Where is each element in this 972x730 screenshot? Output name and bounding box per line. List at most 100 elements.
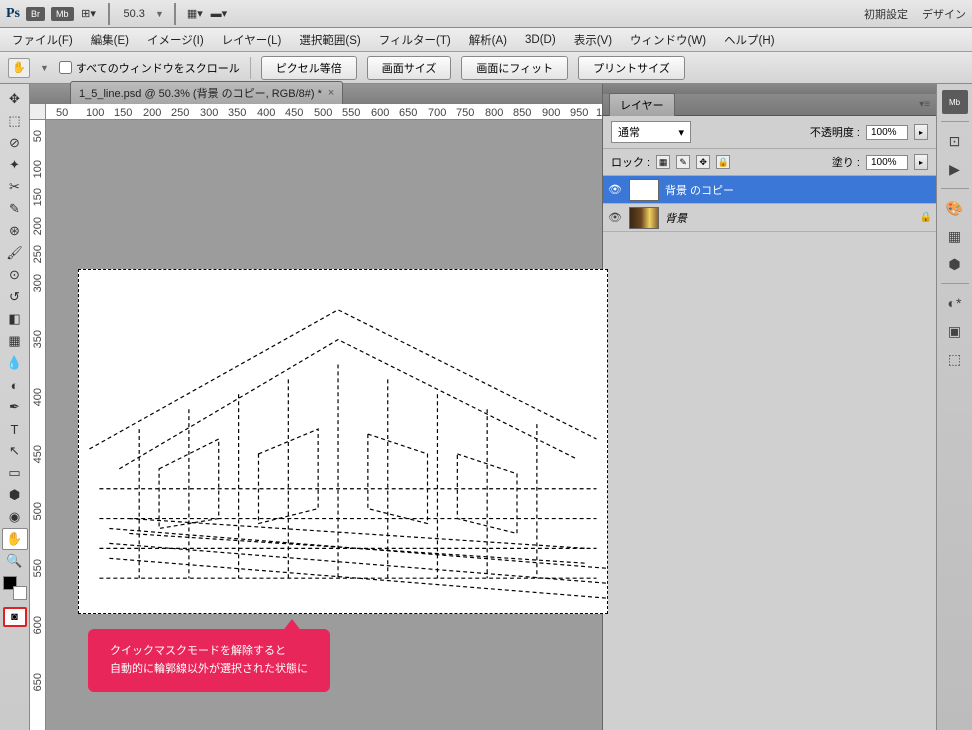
type-tool[interactable]: T bbox=[2, 418, 28, 440]
layers-tab[interactable]: レイヤー bbox=[609, 93, 675, 116]
menu-3d[interactable]: 3D(D) bbox=[517, 31, 564, 49]
marquee-tool[interactable]: ⬚ bbox=[2, 110, 28, 132]
lock-position-icon[interactable]: ✥ bbox=[696, 155, 710, 169]
layer-thumbnail[interactable] bbox=[629, 179, 659, 201]
menu-help[interactable]: ヘルプ(H) bbox=[716, 29, 782, 51]
3d-tool[interactable]: ⬢ bbox=[2, 484, 28, 506]
menu-file[interactable]: ファイル(F) bbox=[4, 29, 81, 51]
document-tab[interactable]: 1_5_line.psd @ 50.3% (背景 のコピー, RGB/8#) *… bbox=[70, 81, 343, 104]
swatches-panel-icon[interactable]: ▦ bbox=[942, 224, 968, 248]
fit-on-screen-button[interactable]: 画面にフィット bbox=[461, 56, 568, 80]
healing-tool[interactable]: ⊛ bbox=[2, 220, 28, 242]
zoom-tool[interactable]: 🔍 bbox=[2, 550, 28, 572]
styles-panel-icon[interactable]: ⬢ bbox=[942, 252, 968, 276]
adjustments-panel-icon[interactable]: ◐* bbox=[942, 291, 968, 315]
mb-panel-icon[interactable]: Mb bbox=[942, 90, 968, 114]
stamp-tool[interactable]: ⊙ bbox=[2, 264, 28, 286]
film-icon[interactable]: ⊞▾ bbox=[80, 6, 98, 22]
screen-icon[interactable]: ▬▾ bbox=[210, 6, 228, 22]
callout-line1: クイックマスクモードを解除すると bbox=[110, 643, 308, 661]
close-icon[interactable]: × bbox=[328, 87, 334, 99]
magic-wand-tool[interactable]: ✦ bbox=[2, 154, 28, 176]
menu-filter[interactable]: フィルター(T) bbox=[371, 29, 459, 51]
lock-all-icon[interactable]: 🔒 bbox=[716, 155, 730, 169]
color-panel-icon[interactable]: 🎨 bbox=[942, 196, 968, 220]
visibility-icon[interactable]: 👁 bbox=[607, 211, 623, 224]
menu-edit[interactable]: 編集(E) bbox=[83, 29, 137, 51]
layer-list: 👁 背景 のコピー 👁 背景 🔒 bbox=[603, 176, 936, 730]
options-bar: ✋ ▼ すべてのウィンドウをスクロール ピクセル等倍 画面サイズ 画面にフィット… bbox=[0, 52, 972, 84]
lasso-tool[interactable]: ⊘ bbox=[2, 132, 28, 154]
paths-panel-icon[interactable]: ⬚ bbox=[942, 347, 968, 371]
menu-select[interactable]: 選択範囲(S) bbox=[291, 29, 368, 51]
3d-camera-tool[interactable]: ◉ bbox=[2, 506, 28, 528]
arrange-icon[interactable]: ▦▾ bbox=[186, 6, 204, 22]
gradient-tool[interactable]: ▦ bbox=[2, 330, 28, 352]
menu-layer[interactable]: レイヤー(L) bbox=[214, 29, 290, 51]
fit-screen-button[interactable]: 画面サイズ bbox=[367, 56, 452, 80]
dodge-tool[interactable]: ◐ bbox=[2, 374, 28, 396]
zoom-dropdown-icon[interactable]: ▼ bbox=[155, 9, 164, 19]
hand-tool[interactable]: ✋ bbox=[2, 528, 28, 550]
layer-row[interactable]: 👁 背景 のコピー bbox=[603, 176, 936, 204]
panel-menu-icon[interactable]: ▾≡ bbox=[919, 99, 930, 110]
hand-tool-icon[interactable]: ✋ bbox=[8, 58, 30, 78]
masks-panel-icon[interactable]: ▣ bbox=[942, 319, 968, 343]
right-dock: Mb ⊡ ▶ 🎨 ▦ ⬢ ◐* ▣ ⬚ bbox=[936, 84, 972, 730]
history-panel-icon[interactable]: ⊡ bbox=[942, 129, 968, 153]
ruler-vertical[interactable]: 50100 150200 250300 350400 450500 550600… bbox=[30, 120, 46, 730]
visibility-icon[interactable]: 👁 bbox=[607, 183, 623, 196]
menu-window[interactable]: ウィンドウ(W) bbox=[622, 29, 714, 51]
layer-thumbnail[interactable] bbox=[629, 207, 659, 229]
menu-analysis[interactable]: 解析(A) bbox=[461, 29, 515, 51]
bridge-button[interactable]: Br bbox=[26, 7, 45, 21]
fill-input[interactable]: 100% bbox=[866, 155, 908, 170]
tool-preset-dropdown-icon[interactable]: ▼ bbox=[40, 63, 49, 73]
ruler-origin[interactable] bbox=[30, 104, 46, 120]
actual-pixels-button[interactable]: ピクセル等倍 bbox=[261, 56, 357, 80]
opacity-input[interactable]: 100% bbox=[866, 125, 908, 140]
lock-transparent-icon[interactable]: ▦ bbox=[656, 155, 670, 169]
brush-tool[interactable]: 🖌 bbox=[2, 242, 28, 264]
workspace-default[interactable]: 初期設定 bbox=[864, 6, 908, 22]
blend-mode-select[interactable]: 通常▾ bbox=[611, 121, 691, 143]
toolbox: ✥ ⬚ ⊘ ✦ ✂ ✎ ⊛ 🖌 ⊙ ↺ ◧ ▦ 💧 ◐ ✒ T ↖ ▭ ⬢ ◉ … bbox=[0, 84, 30, 730]
path-tool[interactable]: ↖ bbox=[2, 440, 28, 462]
blur-tool[interactable]: 💧 bbox=[2, 352, 28, 374]
minibridge-button[interactable]: Mb bbox=[51, 7, 74, 21]
crop-tool[interactable]: ✂ bbox=[2, 176, 28, 198]
eraser-tool[interactable]: ◧ bbox=[2, 308, 28, 330]
layer-name[interactable]: 背景 bbox=[665, 210, 914, 226]
print-size-button[interactable]: プリントサイズ bbox=[578, 56, 685, 80]
quickmask-button[interactable]: ◙ bbox=[3, 607, 27, 627]
opacity-label: 不透明度 : bbox=[810, 124, 860, 140]
zoom-value[interactable]: 50.3 bbox=[120, 8, 149, 20]
color-swatches[interactable] bbox=[3, 576, 27, 600]
panels-dock: レイヤー ▾≡ 通常▾ 不透明度 : 100% ▸ ロック : ▦ ✎ ✥ 🔒 … bbox=[602, 84, 936, 730]
separator bbox=[250, 57, 251, 79]
canvas[interactable] bbox=[78, 269, 608, 614]
scroll-all-label: すべてのウィンドウをスクロール bbox=[76, 60, 240, 76]
background-color[interactable] bbox=[13, 586, 27, 600]
lock-icon: 🔒 bbox=[920, 212, 932, 223]
layer-name[interactable]: 背景 のコピー bbox=[665, 182, 932, 198]
actions-panel-icon[interactable]: ▶ bbox=[942, 157, 968, 181]
layer-row[interactable]: 👁 背景 🔒 bbox=[603, 204, 936, 232]
fill-slider-icon[interactable]: ▸ bbox=[914, 154, 928, 170]
opacity-slider-icon[interactable]: ▸ bbox=[914, 124, 928, 140]
canvas-area[interactable]: 50100 150200 250300 350400 450500 550600… bbox=[30, 104, 602, 730]
lock-image-icon[interactable]: ✎ bbox=[676, 155, 690, 169]
menu-image[interactable]: イメージ(I) bbox=[139, 29, 212, 51]
ps-logo: Ps bbox=[6, 6, 20, 22]
move-tool[interactable]: ✥ bbox=[2, 88, 28, 110]
scroll-all-input[interactable] bbox=[59, 61, 72, 74]
scroll-all-checkbox[interactable]: すべてのウィンドウをスクロール bbox=[59, 60, 240, 76]
menu-view[interactable]: 表示(V) bbox=[566, 29, 620, 51]
workspace-design[interactable]: デザイン bbox=[922, 6, 966, 22]
pen-tool[interactable]: ✒ bbox=[2, 396, 28, 418]
eyedropper-tool[interactable]: ✎ bbox=[2, 198, 28, 220]
ruler-horizontal[interactable]: 50100 150200 250300 350400 450500 550600… bbox=[46, 104, 602, 120]
history-brush-tool[interactable]: ↺ bbox=[2, 286, 28, 308]
shape-tool[interactable]: ▭ bbox=[2, 462, 28, 484]
document-workspace: 1_5_line.psd @ 50.3% (背景 のコピー, RGB/8#) *… bbox=[30, 84, 602, 730]
